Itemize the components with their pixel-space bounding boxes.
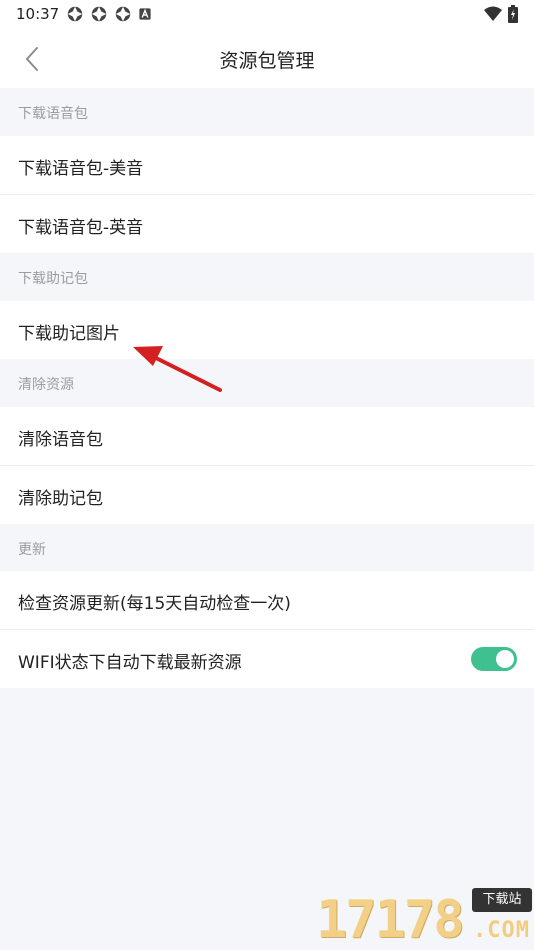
page-title: 资源包管理 [219, 50, 315, 72]
battery-charging-icon [508, 5, 518, 23]
vpn-key-icon [67, 6, 83, 22]
section-header-download-voice: 下载语音包 [0, 88, 534, 136]
watermark-digits: 17178 [316, 890, 465, 950]
app-bar: 资源包管理 [0, 28, 534, 88]
system-icons [484, 5, 518, 23]
wifi-icon [484, 6, 502, 21]
accessibility-a-icon [139, 8, 151, 20]
download-voice-us-item[interactable]: 下载语音包-美音 [0, 136, 534, 194]
item-label: 下载助记图片 [18, 324, 120, 344]
item-label: 清除语音包 [18, 430, 103, 450]
clear-voice-pack-item[interactable]: 清除语音包 [0, 407, 534, 465]
clear-mnemonic-pack-item[interactable]: 清除助记包 [0, 466, 534, 524]
item-label: 下载语音包-英音 [18, 218, 144, 238]
vpn-key-icon [91, 6, 107, 22]
status-bar: 10:37 [0, 0, 534, 28]
status-time: 10:37 [16, 5, 60, 23]
download-voice-uk-item[interactable]: 下载语音包-英音 [0, 195, 534, 253]
item-label: 检查资源更新(每15天自动检查一次) [18, 594, 291, 614]
download-mnemonic-images-item[interactable]: 下载助记图片 [0, 301, 534, 359]
section-header-label: 下载助记包 [18, 271, 88, 287]
watermark-logo: 17178 下载站 .COM [310, 888, 534, 950]
watermark-suffix: .COM [473, 918, 530, 943]
toggle-knob [496, 650, 514, 668]
section-header-label: 下载语音包 [18, 106, 88, 122]
item-label: WIFI状态下自动下载最新资源 [18, 653, 242, 673]
vpn-key-icon [115, 6, 131, 22]
section-header-label: 清除资源 [18, 377, 74, 393]
section-header-clear-resources: 清除资源 [0, 359, 534, 407]
item-label: 下载语音包-美音 [18, 159, 144, 179]
watermark-tag: 下载站 [472, 888, 532, 912]
wifi-auto-download-item: WIFI状态下自动下载最新资源 [0, 630, 534, 688]
section-header-download-mnemonic: 下载助记包 [0, 253, 534, 301]
section-header-update: 更新 [0, 524, 534, 572]
item-label: 清除助记包 [18, 489, 103, 509]
section-header-label: 更新 [18, 542, 46, 558]
wifi-auto-download-toggle[interactable] [471, 647, 517, 671]
notification-icons [66, 5, 152, 23]
check-resource-update-item[interactable]: 检查资源更新(每15天自动检查一次) [0, 571, 534, 629]
